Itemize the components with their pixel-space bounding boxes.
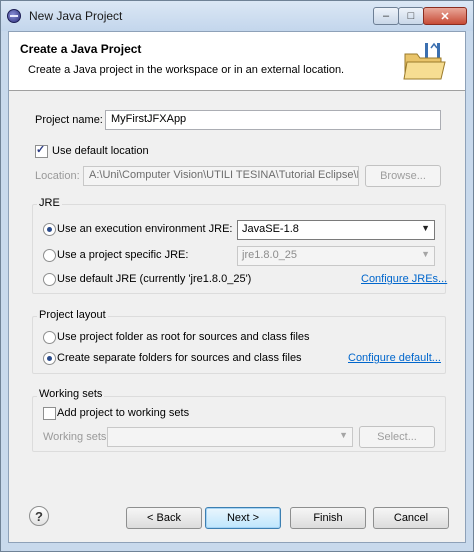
finish-button[interactable]: Finish	[290, 507, 366, 529]
title-bar[interactable]: New Java Project – □ ✕	[1, 1, 473, 31]
project-name-label: Project name:	[35, 114, 103, 126]
maximize-button[interactable]: □	[398, 7, 424, 25]
execution-env-label: Use an execution environment JRE:	[57, 223, 233, 235]
help-button[interactable]: ?	[29, 506, 49, 526]
working-sets-group-title: Working sets	[37, 388, 105, 400]
layout-root-label: Use project folder as root for sources a…	[57, 331, 310, 343]
next-button[interactable]: Next >	[205, 507, 281, 529]
add-to-working-sets-checkbox[interactable]	[43, 407, 56, 420]
eclipse-icon	[7, 9, 21, 23]
configure-jres-link[interactable]: Configure JREs...	[361, 273, 447, 285]
dialog-body: Create a Java Project Create a Java proj…	[8, 31, 466, 543]
working-sets-label: Working sets:	[43, 431, 110, 443]
wizard-banner: Create a Java Project Create a Java proj…	[9, 32, 465, 91]
window-title: New Java Project	[29, 9, 123, 23]
use-default-location-label: Use default location	[52, 145, 149, 157]
jre-group-title: JRE	[37, 197, 62, 209]
add-to-working-sets-label: Add project to working sets	[57, 407, 190, 419]
default-jre-label: Use default JRE (currently 'jre1.8.0_25'…	[57, 273, 252, 285]
project-specific-jre-value: jre1.8.0_25	[242, 249, 298, 261]
working-sets-combo[interactable]: ▼	[107, 427, 353, 447]
checkmark-icon: ✓	[36, 144, 46, 156]
project-layout-group	[32, 316, 446, 374]
project-layout-group-title: Project layout	[37, 309, 108, 321]
use-default-location-checkbox[interactable]: ✓	[35, 144, 48, 158]
close-button[interactable]: ✕	[423, 7, 467, 25]
execution-env-combo[interactable]: JavaSE-1.8 ▼	[237, 220, 435, 240]
dropdown-arrow-icon: ▼	[339, 430, 348, 440]
dropdown-arrow-icon: ▼	[421, 249, 430, 259]
project-specific-jre-combo[interactable]: jre1.8.0_25 ▼	[237, 246, 435, 266]
location-input[interactable]: A:\Uni\Computer Vision\UTILI TESINA\Tuto…	[83, 166, 359, 186]
banner-title: Create a Java Project	[20, 42, 142, 56]
dialog-window: New Java Project – □ ✕ Create a Java Pro…	[0, 0, 474, 552]
layout-separate-label: Create separate folders for sources and …	[57, 352, 302, 364]
default-jre-radio[interactable]	[43, 273, 56, 286]
select-working-sets-button[interactable]: Select...	[359, 426, 435, 448]
layout-separate-radio[interactable]	[43, 352, 56, 365]
dropdown-arrow-icon: ▼	[421, 223, 430, 233]
execution-env-radio[interactable]	[43, 223, 56, 236]
project-specific-jre-label: Use a project specific JRE:	[57, 249, 189, 261]
minimize-button[interactable]: –	[373, 7, 399, 25]
new-java-project-folder-icon	[403, 42, 446, 80]
execution-env-value: JavaSE-1.8	[242, 223, 299, 235]
layout-root-radio[interactable]	[43, 331, 56, 344]
cancel-button[interactable]: Cancel	[373, 507, 449, 529]
browse-button[interactable]: Browse...	[365, 165, 441, 187]
project-specific-jre-radio[interactable]	[43, 249, 56, 262]
banner-description: Create a Java project in the workspace o…	[28, 64, 345, 76]
back-button[interactable]: < Back	[126, 507, 202, 529]
project-name-input[interactable]: MyFirstJFXApp	[105, 110, 441, 130]
location-label: Location:	[35, 170, 80, 182]
configure-default-link[interactable]: Configure default...	[348, 352, 441, 364]
